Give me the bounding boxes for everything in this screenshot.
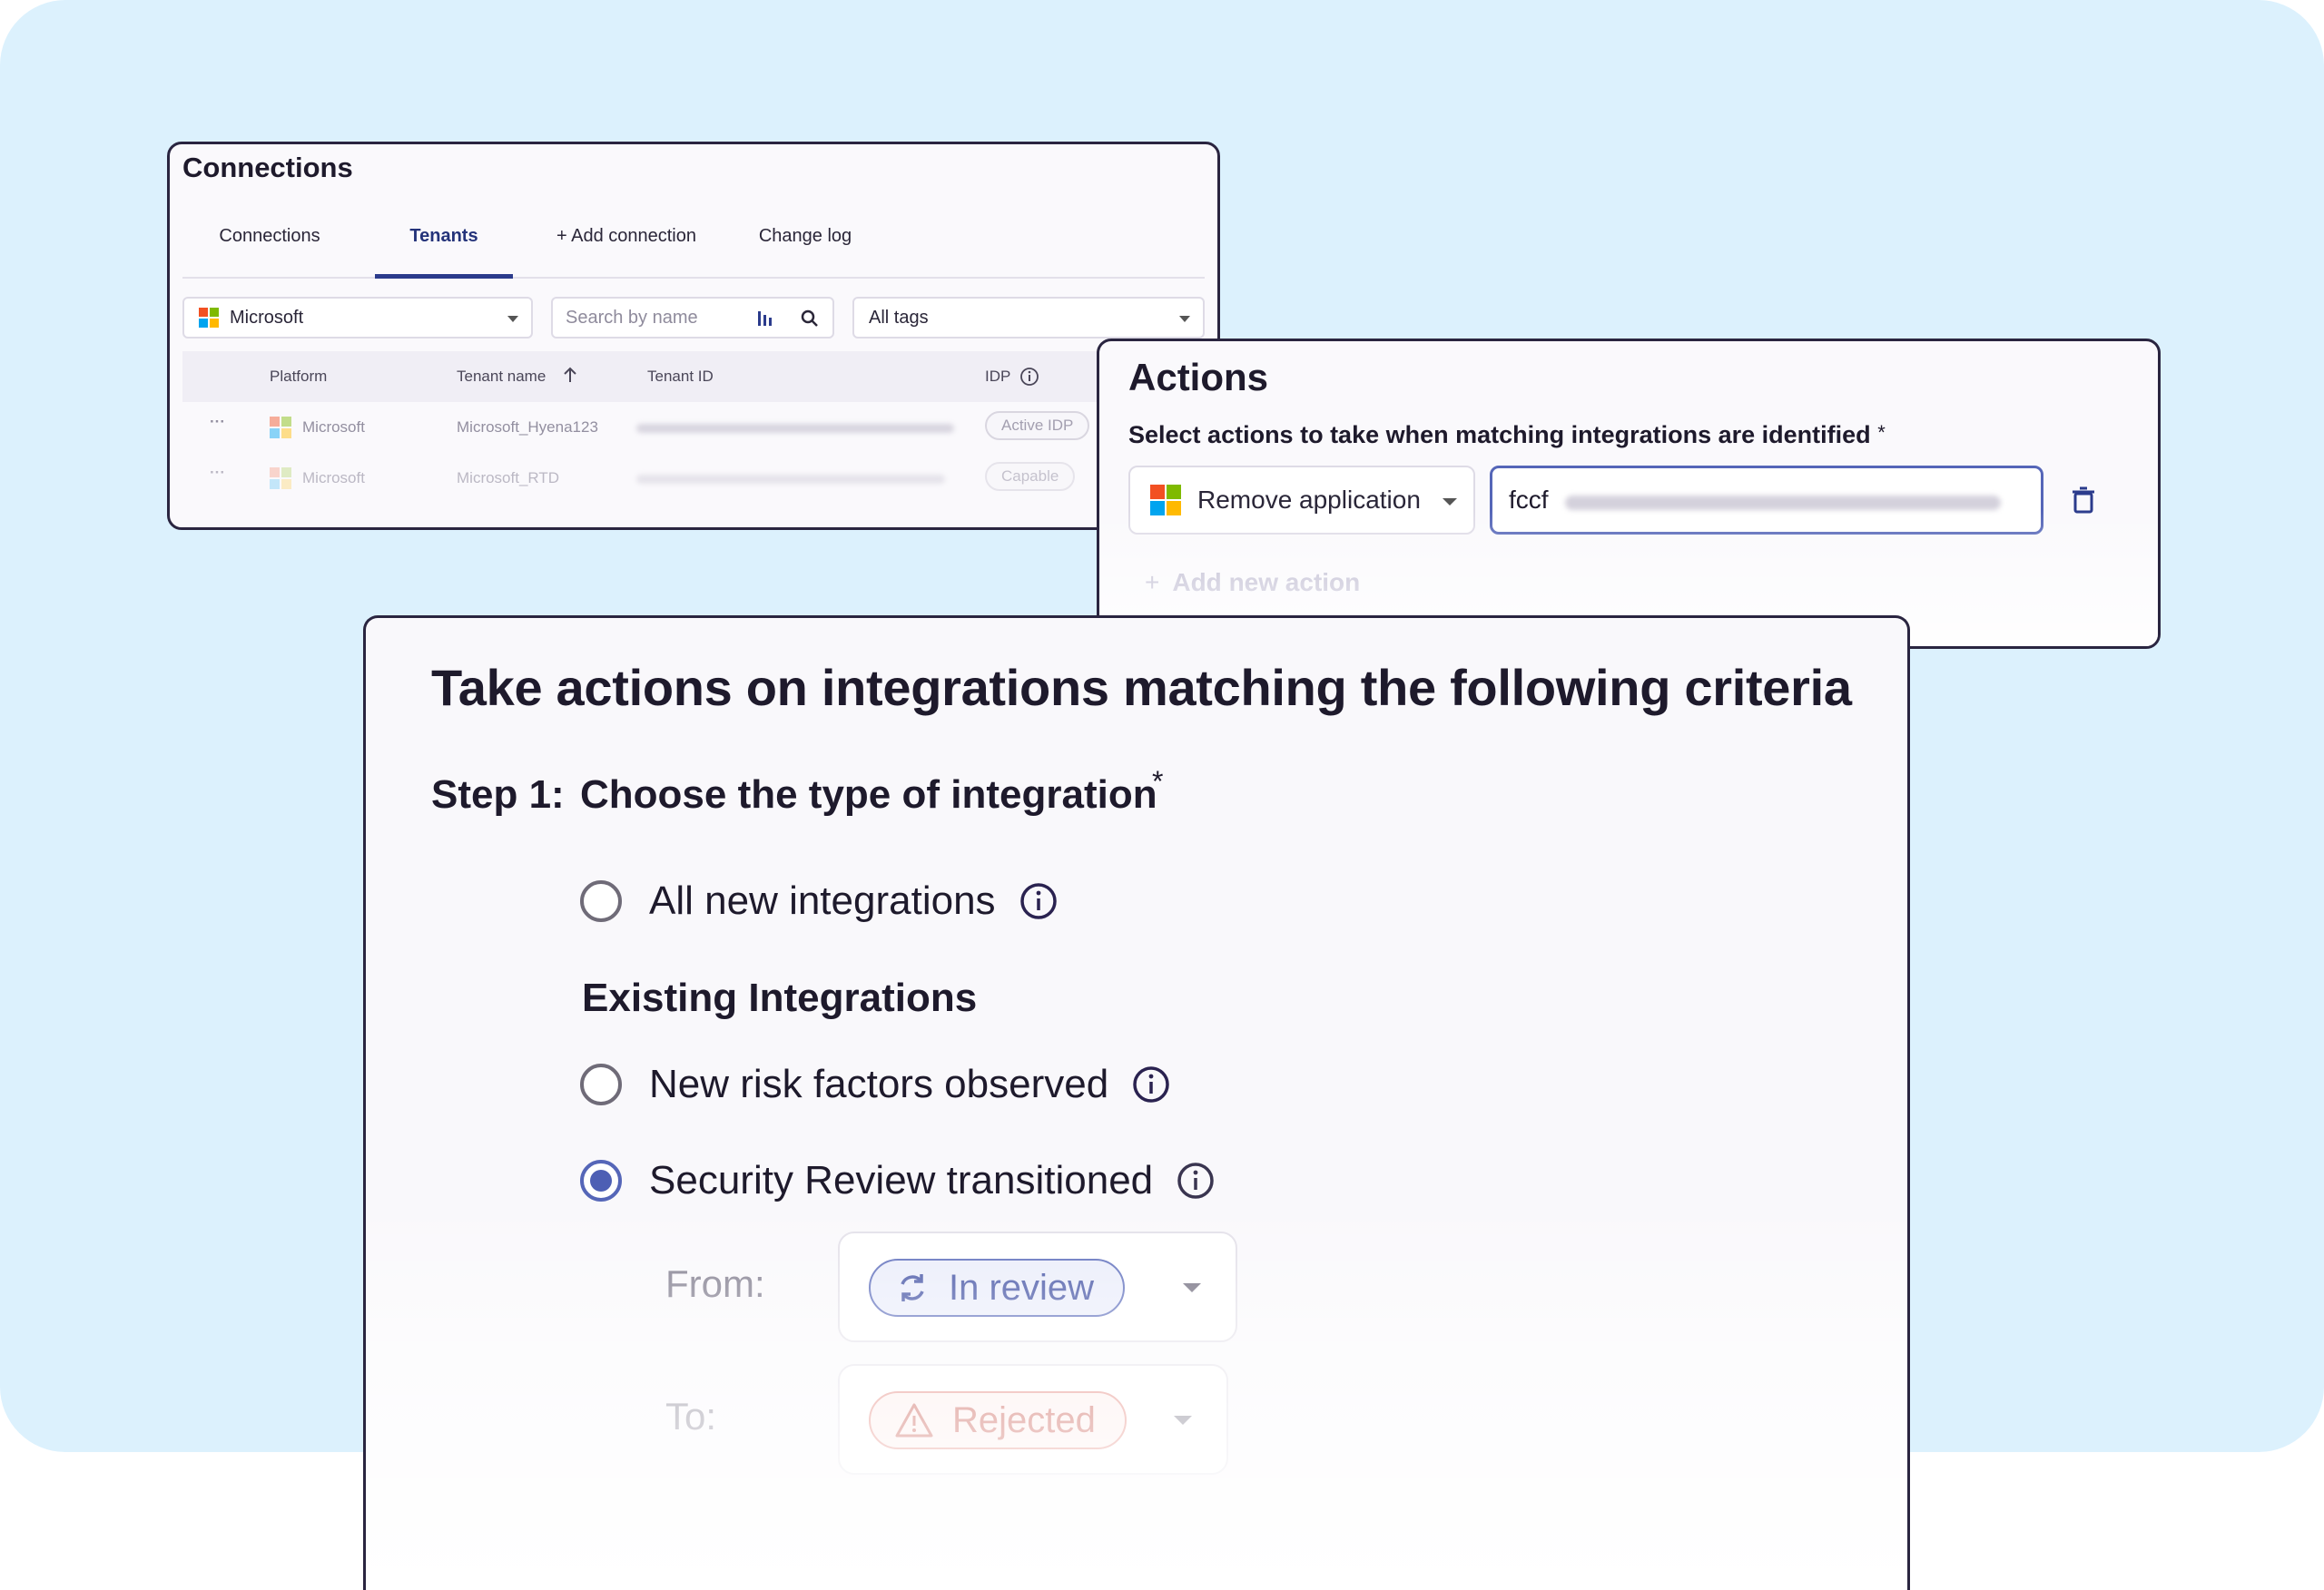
- platform-filter[interactable]: Microsoft: [182, 297, 533, 339]
- tab-tenants[interactable]: Tenants: [375, 224, 513, 279]
- radio-button[interactable]: [580, 1064, 622, 1105]
- option-label: All new integrations: [649, 878, 996, 923]
- to-status-label: Rejected: [952, 1399, 1096, 1440]
- redacted-tenant-id: [636, 424, 954, 433]
- info-icon[interactable]: [1177, 1162, 1215, 1200]
- criteria-title: Take actions on integrations matching th…: [431, 659, 1852, 716]
- microsoft-logo-icon: [270, 417, 291, 438]
- connections-title: Connections: [182, 152, 353, 183]
- column-settings-icon[interactable]: [756, 309, 773, 328]
- actions-card: Actions Select actions to take when matc…: [1097, 339, 2161, 649]
- row-menu-button[interactable]: ···: [210, 464, 225, 482]
- redacted-tenant-id: [636, 475, 945, 484]
- option-security-review-transitioned[interactable]: Security Review transitioned: [580, 1153, 1215, 1208]
- platform-filter-value: Microsoft: [230, 307, 304, 328]
- redacted-value: [1565, 496, 2001, 510]
- option-label: New risk factors observed: [649, 1062, 1109, 1106]
- actions-title: Actions: [1128, 356, 1269, 398]
- chevron-down-icon: [1179, 316, 1190, 322]
- tags-filter-value: All tags: [869, 307, 929, 328]
- action-value-input[interactable]: fccf: [1490, 466, 2043, 535]
- in-review-status-pill: In review: [869, 1259, 1126, 1317]
- info-icon[interactable]: [1019, 367, 1039, 387]
- microsoft-logo-icon: [270, 467, 291, 489]
- action-value-text: fccf: [1509, 486, 1549, 514]
- chevron-down-icon: [1174, 1416, 1192, 1425]
- row-tenant-name: Microsoft_RTD: [457, 469, 560, 486]
- add-new-action-button[interactable]: + Add new action: [1145, 568, 1360, 597]
- info-icon[interactable]: [1019, 882, 1058, 920]
- tags-filter[interactable]: All tags: [852, 297, 1205, 339]
- actions-subtitle-text: Select actions to take when matching int…: [1128, 421, 1871, 448]
- row-menu-button[interactable]: ···: [210, 413, 225, 431]
- idp-status-badge: Capable: [985, 462, 1076, 491]
- table-row[interactable]: ··· Microsoft Microsoft_RTD Capable: [182, 453, 1205, 504]
- connections-card: Connections Connections Tenants + Add co…: [167, 142, 1220, 530]
- step-text: Choose the type of integration: [580, 772, 1157, 817]
- idp-status-badge: Active IDP: [985, 411, 1090, 440]
- rejected-status-pill: Rejected: [869, 1391, 1127, 1449]
- action-type-value: Remove application: [1197, 486, 1421, 514]
- plus-icon: +: [1145, 568, 1160, 596]
- tab-connections[interactable]: Connections: [182, 224, 357, 279]
- from-status-label: In review: [949, 1267, 1095, 1308]
- to-label: To:: [665, 1395, 717, 1438]
- chevron-down-icon: [507, 316, 518, 322]
- table-row[interactable]: ··· Microsoft Microsoft_Hyena123 Active …: [182, 402, 1205, 453]
- row-platform: Microsoft: [302, 469, 365, 486]
- step-label: Step 1:: [431, 772, 565, 817]
- column-header-tenant-name[interactable]: Tenant name: [457, 368, 546, 386]
- required-mark: *: [1877, 421, 1886, 444]
- warning-icon: [895, 1403, 933, 1438]
- radio-button-selected[interactable]: [580, 1160, 622, 1202]
- column-header-idp[interactable]: IDP: [985, 368, 1010, 386]
- connections-tabs: Connections Tenants + Add connection Cha…: [182, 224, 1205, 279]
- criteria-card: Take actions on integrations matching th…: [363, 615, 1910, 1590]
- existing-integrations-heading: Existing Integrations: [582, 976, 978, 1020]
- to-status-select[interactable]: Rejected: [838, 1364, 1228, 1475]
- from-label: From:: [665, 1262, 765, 1305]
- search-placeholder: Search by name: [566, 307, 698, 328]
- tab-add-connection[interactable]: + Add connection: [533, 224, 720, 279]
- row-tenant-name: Microsoft_Hyena123: [457, 418, 598, 436]
- search-input[interactable]: Search by name: [551, 297, 834, 339]
- tab-change-log[interactable]: Change log: [740, 224, 871, 279]
- action-type-select[interactable]: Remove application: [1128, 466, 1475, 535]
- search-icon[interactable]: [800, 309, 820, 329]
- option-all-new-integrations[interactable]: All new integrations: [580, 874, 1058, 928]
- add-new-action-label: Add new action: [1172, 568, 1361, 596]
- microsoft-logo-icon: [1150, 485, 1181, 515]
- tenants-table-header: Platform Tenant name Tenant ID IDP: [182, 351, 1205, 402]
- row-platform: Microsoft: [302, 418, 365, 436]
- option-new-risk-factors[interactable]: New risk factors observed: [580, 1057, 1170, 1112]
- sync-icon: [901, 1274, 924, 1301]
- info-icon[interactable]: [1132, 1065, 1170, 1104]
- option-label: Security Review transitioned: [649, 1158, 1154, 1202]
- microsoft-logo-icon: [199, 308, 219, 328]
- from-status-select[interactable]: In review: [838, 1232, 1237, 1342]
- sort-arrow-up-icon[interactable]: [562, 366, 578, 384]
- chevron-down-icon: [1443, 498, 1457, 505]
- chevron-down-icon: [1183, 1283, 1201, 1292]
- required-mark: *: [1152, 765, 1164, 798]
- trash-icon[interactable]: [2067, 484, 2100, 516]
- column-header-tenant-id[interactable]: Tenant ID: [647, 368, 714, 386]
- actions-subtitle: Select actions to take when matching int…: [1128, 421, 1886, 449]
- radio-button[interactable]: [580, 880, 622, 922]
- column-header-platform[interactable]: Platform: [270, 368, 327, 386]
